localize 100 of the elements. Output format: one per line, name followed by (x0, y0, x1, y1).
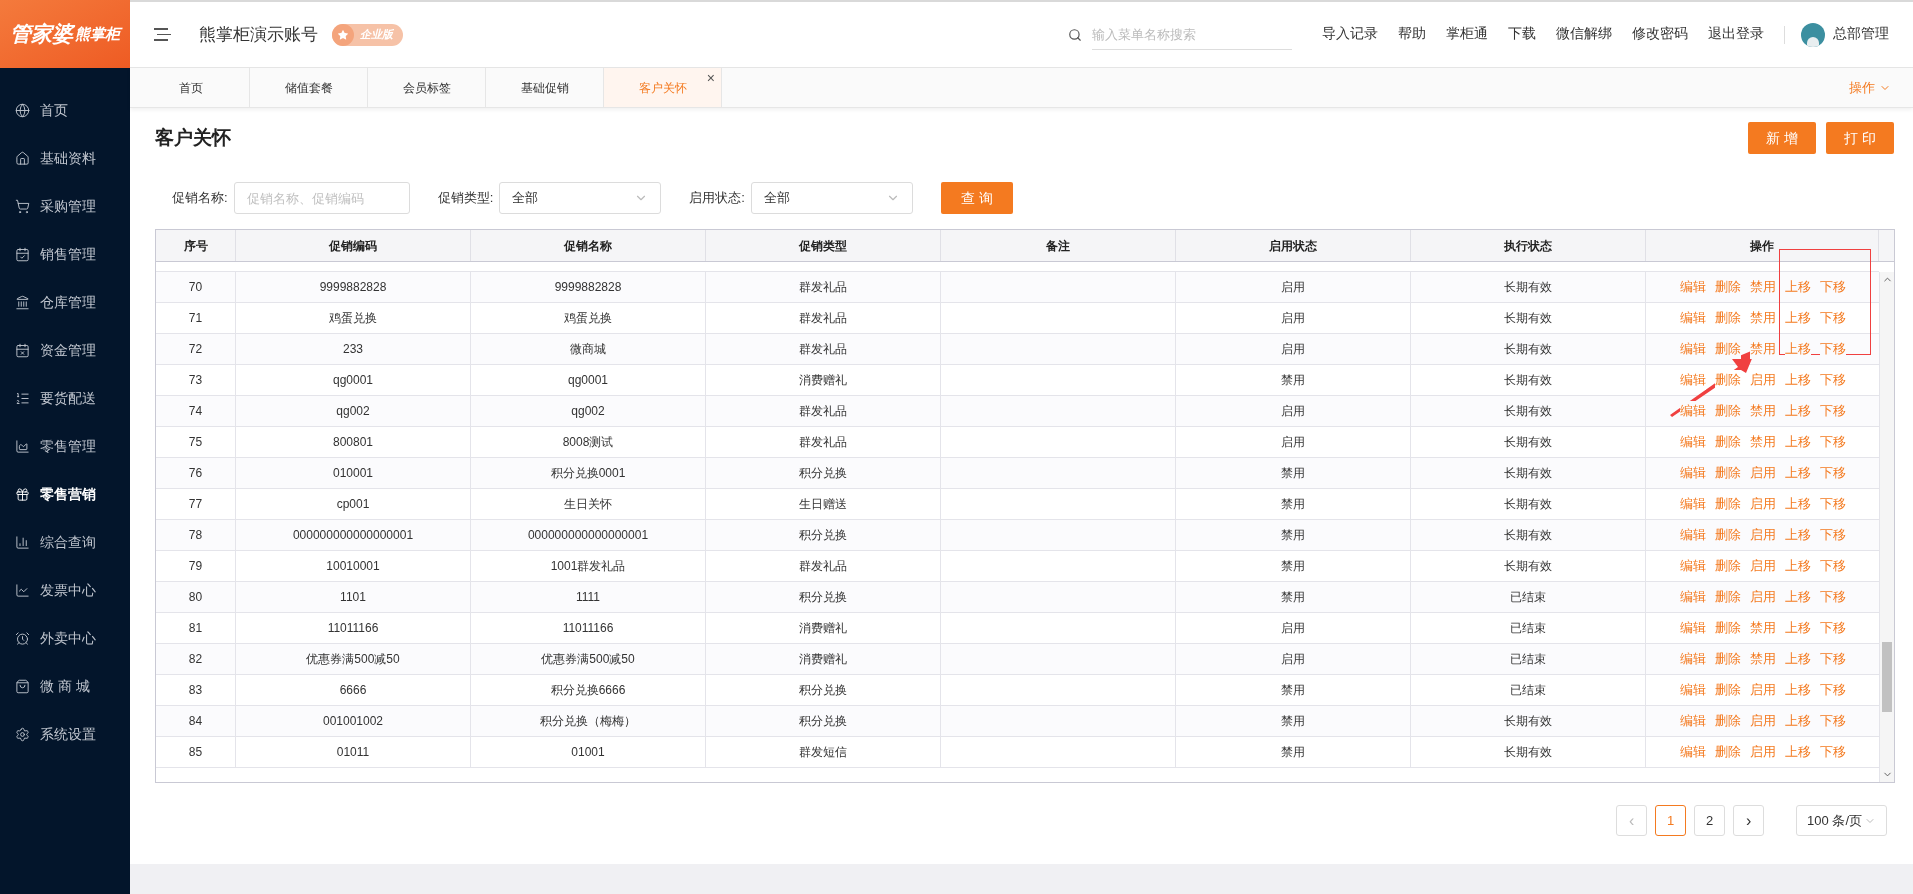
logo: 管家婆熊掌柜 (0, 0, 130, 68)
header-link[interactable]: 修改密码 (1632, 24, 1688, 45)
sidebar-item[interactable]: 基础资料 (0, 134, 130, 182)
table-cell-text: 81 (188, 620, 203, 637)
table-cell-text: 禁用 (1281, 372, 1305, 389)
table-cell-text: 群发礼品 (799, 403, 847, 420)
action-button[interactable]: 新 增 (1748, 122, 1817, 154)
table-cell-text: 禁用 (1281, 589, 1305, 606)
sidebar-item[interactable]: 微 商 城 (0, 662, 130, 710)
table-cell-text: 长期有效 (1504, 434, 1552, 451)
table-cell-text: 800801 (332, 434, 373, 451)
edition-badge: 企业版 (332, 23, 403, 46)
tab[interactable]: 客户关怀 × (604, 68, 722, 107)
scrollbar[interactable] (1879, 272, 1894, 782)
page-size-select[interactable]: 100 条/页 (1796, 805, 1887, 836)
header-link[interactable]: 下载 (1508, 24, 1536, 45)
table-cell-text: 8008测试 (562, 434, 614, 451)
header-link[interactable]: 导入记录 (1322, 24, 1378, 45)
table-cell-text: 000000000000000001 (527, 527, 649, 544)
table-cell-text: 78 (188, 527, 203, 544)
table-cell-text: qg002 (571, 403, 605, 420)
row-action-link[interactable]: 编辑 (1679, 370, 1706, 390)
table-cell-text: 积分兑换6666 (550, 682, 626, 699)
header-link[interactable]: 退出登录 (1708, 24, 1764, 45)
page-button[interactable]: 2 (1694, 805, 1726, 836)
table-cell-text: 禁用 (1281, 496, 1305, 513)
avatar[interactable] (1801, 22, 1825, 47)
header-link[interactable]: 掌柜通 (1446, 24, 1488, 45)
sidebar-item[interactable]: 发票中心 (0, 566, 130, 614)
table-cell-text: 长期有效 (1504, 403, 1552, 420)
sidebar-item[interactable]: 采购管理 (0, 182, 130, 230)
sidebar-item[interactable]: 首页 (0, 86, 130, 134)
row-action-link[interactable]: 删除 (1714, 339, 1741, 359)
table-cell-text: 群发礼品 (799, 434, 847, 451)
tab[interactable]: 储值套餐 (250, 68, 368, 107)
row-action-link[interactable]: 禁用 (1749, 339, 1776, 359)
calendar-icon (15, 246, 30, 262)
table-cell-text: 群发礼品 (799, 279, 847, 296)
table-cell-text: 75 (188, 434, 203, 451)
search-field[interactable]: 输入菜单名称搜索 (1092, 19, 1292, 50)
table-cell-text: 已结束 (1510, 651, 1546, 668)
tab[interactable]: 会员标签 (368, 68, 486, 107)
table-cell-text: 禁用 (1281, 713, 1305, 730)
table-cell-text: 积分兑换 (799, 589, 847, 606)
table-cell-text: 72 (188, 341, 203, 358)
sidebar-item[interactable]: 资金管理 (0, 326, 130, 374)
table-cell-text: 1101 (340, 589, 366, 606)
filter-label: 促销名称: (172, 189, 228, 208)
table-cell-text: 鸡蛋兑换 (329, 310, 377, 327)
settings-icon (15, 726, 30, 742)
table-cell-text: 01001 (571, 744, 605, 761)
next-page-button[interactable]: › (1733, 805, 1765, 836)
table-cell-text: 积分兑换 (799, 682, 847, 699)
sidebar-item[interactable]: 系统设置 (0, 710, 130, 758)
table-cell-text: 82 (188, 651, 203, 668)
search-icon[interactable] (1068, 27, 1082, 42)
table-cell-text: qg0001 (332, 372, 373, 389)
table-cell-text: 长期有效 (1504, 465, 1552, 482)
list-icon (15, 390, 30, 406)
actions-dropdown[interactable]: 操作 (1849, 77, 1891, 98)
bag-icon (15, 678, 30, 694)
header-link[interactable]: 帮助 (1398, 24, 1426, 45)
page-button[interactable]: 1 (1655, 805, 1687, 836)
sidebar-item[interactable]: 要货配送 (0, 374, 130, 422)
sidebar-item[interactable]: 零售营销 (0, 470, 130, 518)
filter-select[interactable]: 全部 (499, 182, 662, 214)
action-button[interactable]: 打 印 (1826, 122, 1894, 154)
table-cell-text: 已结束 (1510, 589, 1546, 606)
table-cell-text: 长期有效 (1504, 341, 1552, 358)
table-cell-text: 长期有效 (1504, 527, 1552, 544)
tab[interactable]: 首页 (132, 68, 250, 107)
sidebar-item[interactable]: 外卖中心 (0, 614, 130, 662)
table-cell-text: 群发礼品 (799, 558, 847, 575)
sidebar-item[interactable]: 销售管理 (0, 230, 130, 278)
column-header: 备注 (941, 230, 1176, 261)
table-cell-text: 启用 (1281, 279, 1305, 296)
filter-select[interactable]: 全部 (750, 182, 913, 214)
table-cell-text: 1001群发礼品 (550, 558, 626, 575)
close-icon[interactable]: × (706, 68, 715, 89)
filter-field[interactable]: 促销名称、促销编码 (233, 182, 410, 214)
table-cell-text: 消费赠礼 (799, 651, 847, 668)
table-cell-text: qg002 (336, 403, 370, 420)
table-cell-text: 长期有效 (1504, 372, 1552, 389)
header-link[interactable]: 微信解绑 (1556, 24, 1612, 45)
table-cell-text: 禁用 (1281, 527, 1305, 544)
table-cell-text: 6666 (339, 682, 367, 699)
query-button[interactable]: 查 询 (940, 182, 1013, 214)
table-cell-text: 积分兑换（梅梅） (540, 713, 636, 730)
scroll-thumb[interactable] (1882, 642, 1892, 712)
alarm-icon (15, 630, 30, 646)
sidebar-item[interactable]: 综合查询 (0, 518, 130, 566)
table-cell-text: 79 (188, 558, 203, 575)
menu-icon[interactable] (154, 28, 171, 41)
prev-page-button[interactable]: ‹ (1616, 805, 1648, 836)
table-cell-text: 长期有效 (1504, 279, 1552, 296)
sidebar-item[interactable]: 仓库管理 (0, 278, 130, 326)
table-cell-text: 优惠券满500减50 (306, 651, 400, 668)
sidebar-item[interactable]: 零售管理 (0, 422, 130, 470)
row-action-link[interactable]: 删除 (1714, 370, 1741, 390)
user-name[interactable]: 总部管理 (1833, 24, 1889, 45)
